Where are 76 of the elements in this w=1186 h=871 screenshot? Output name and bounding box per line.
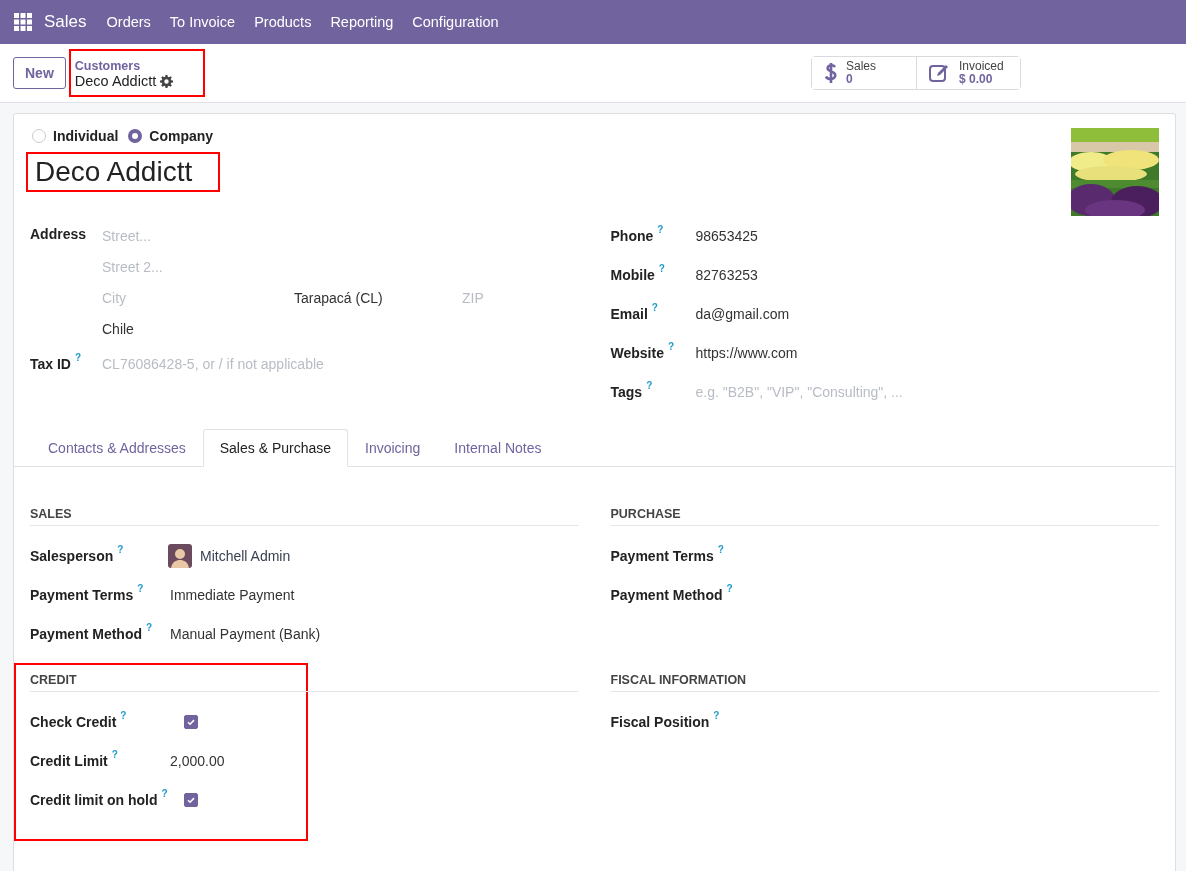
section-heading: PURCHASE (610, 507, 1159, 526)
input-field[interactable]: Immediate Payment (170, 579, 579, 610)
section-heading: FISCAL INFORMATION (610, 673, 1159, 692)
help-tooltip[interactable]: ? (161, 787, 168, 799)
field-label: Payment Terms (610, 547, 714, 564)
menu-item[interactable]: To Invoice (169, 14, 236, 30)
field-label: Email (610, 305, 648, 322)
section-heading: CREDIT (30, 673, 578, 692)
field-label: Tax ID (30, 355, 71, 372)
field-label: Fiscal Position (610, 713, 710, 730)
menu-item[interactable]: Orders (106, 14, 151, 30)
radio-option[interactable]: Company (128, 128, 214, 144)
menu-item[interactable]: Reporting (330, 14, 394, 30)
field-label: Tags (610, 383, 643, 400)
avatar-icon (168, 543, 192, 568)
tab[interactable]: Invoicing (348, 429, 438, 467)
gear-icon[interactable] (160, 74, 174, 88)
input-field[interactable]: da@gmail.com (695, 298, 1159, 329)
field-label: Salesperson (30, 547, 114, 564)
help-tooltip[interactable]: ? (111, 748, 118, 760)
help-tooltip[interactable]: ? (646, 379, 653, 391)
help-tooltip[interactable]: ? (117, 543, 124, 555)
help-tooltip[interactable]: ? (667, 340, 675, 352)
help-tooltip[interactable]: ? (717, 543, 724, 555)
field-label: Phone (610, 227, 654, 244)
help-tooltip[interactable]: ? (726, 582, 733, 594)
help-tooltip[interactable]: ? (651, 301, 658, 313)
stat-button[interactable]: Invoiced $ 0.00 (916, 57, 1020, 89)
input-field[interactable]: CL76086428-5, or / if not applicable (102, 348, 579, 379)
checkbox[interactable] (184, 792, 198, 807)
help-tooltip[interactable]: ? (657, 223, 664, 235)
help-tooltip[interactable]: ? (120, 709, 127, 721)
field-label: Credit limit on hold (30, 791, 158, 808)
help-tooltip[interactable]: ? (75, 351, 82, 363)
field-label: Credit Limit (30, 752, 108, 769)
menu-item[interactable]: Products (254, 14, 312, 30)
field-label: Payment Terms (30, 586, 134, 603)
radio-option[interactable]: Individual (32, 128, 119, 144)
menu-item[interactable]: Configuration (412, 14, 499, 30)
street2-field[interactable]: Street 2... (102, 251, 579, 282)
street-field[interactable]: Street... (102, 220, 579, 251)
country-field[interactable]: Chile (102, 313, 579, 344)
tab[interactable]: Sales & Purchase (202, 429, 349, 467)
dollar-icon (824, 61, 838, 85)
name-field[interactable]: Deco Addictt (26, 152, 221, 192)
field-label: Payment Method (30, 625, 142, 642)
tab[interactable]: Contacts & Addresses (31, 429, 203, 467)
checkbox[interactable] (184, 714, 198, 729)
help-tooltip[interactable]: ? (146, 621, 153, 633)
field-label: Address (30, 225, 88, 244)
section-heading: SALES (30, 507, 579, 526)
new-button[interactable]: New (13, 57, 66, 89)
salesperson-name[interactable]: Mitchell Admin (200, 547, 291, 564)
input-field[interactable]: 82763253 (695, 259, 1159, 290)
input-field[interactable]: e.g. "B2B", "VIP", "Consulting", ... (695, 376, 1159, 407)
tab[interactable]: Internal Notes (437, 429, 559, 467)
input-field[interactable]: Manual Payment (Bank) (170, 618, 579, 649)
radio-button[interactable] (128, 129, 143, 143)
app-name[interactable]: Sales (44, 12, 87, 32)
zip-field[interactable]: ZIP (462, 282, 579, 313)
breadcrumb-current: Deco Addictt (74, 73, 157, 89)
edit-icon (929, 63, 951, 83)
help-tooltip[interactable]: ? (137, 582, 144, 594)
field-label: Website (610, 344, 664, 361)
apps-menu-icon[interactable] (14, 13, 32, 31)
breadcrumb-link[interactable]: Customers (74, 59, 174, 73)
field-label: Mobile (610, 266, 655, 283)
field-label: Check Credit (30, 713, 117, 730)
input-field[interactable]: 98653425 (695, 220, 1159, 251)
city-field[interactable]: City (102, 282, 294, 313)
help-tooltip[interactable]: ? (713, 709, 720, 721)
help-tooltip[interactable]: ? (658, 262, 665, 274)
input-field[interactable]: 2,000.00 (170, 745, 306, 776)
input-field[interactable]: https://www.com (695, 337, 1159, 368)
state-field[interactable]: Tarapacá (CL) (294, 282, 462, 313)
field-label: Payment Method (610, 586, 723, 603)
